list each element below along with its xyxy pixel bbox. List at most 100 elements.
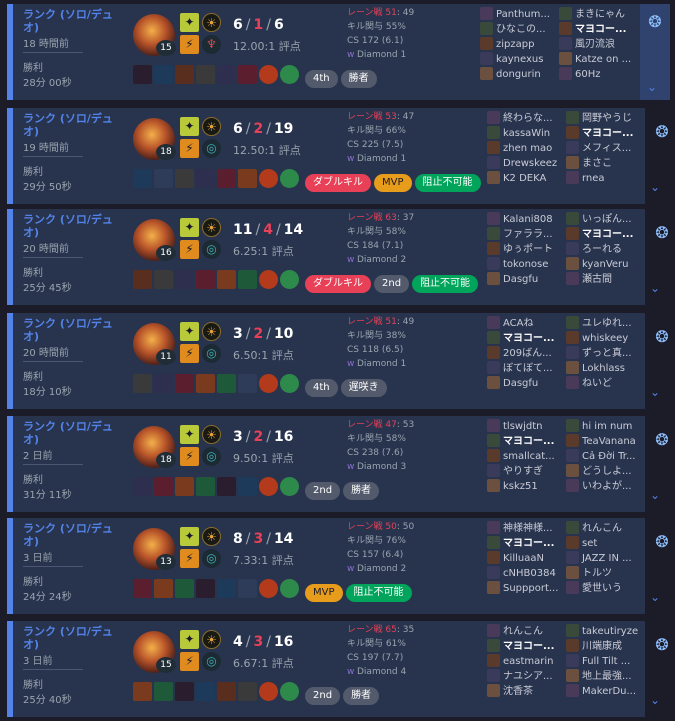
participant[interactable]: ひなこの...: [480, 22, 560, 37]
item-slot[interactable]: [133, 579, 152, 598]
item-slot[interactable]: [259, 169, 278, 188]
participant[interactable]: トルツ: [566, 566, 646, 581]
summoner-spell-icon[interactable]: ⚡: [180, 35, 199, 54]
item-slot[interactable]: [154, 374, 173, 393]
item-slot[interactable]: [154, 682, 173, 701]
participant[interactable]: kskz51: [487, 479, 567, 494]
item-slot[interactable]: [133, 169, 152, 188]
item-slot[interactable]: [175, 65, 194, 84]
item-slot[interactable]: [280, 374, 299, 393]
keystone-rune-icon[interactable]: ☀: [202, 630, 221, 649]
secondary-rune-icon[interactable]: ♆: [202, 35, 221, 54]
item-slot[interactable]: [175, 374, 194, 393]
item-slot[interactable]: [280, 270, 299, 289]
participant[interactable]: ねいど: [566, 376, 646, 391]
participant[interactable]: れんこん: [487, 624, 567, 639]
participant[interactable]: 神様神様...: [487, 521, 567, 536]
match-card[interactable]: ランク (ソロ/デュオ) 3 日前 勝利 25分 40秒 15 ✦ ⚡ ☀ ◎ 4/3/16 6.6…: [7, 621, 645, 717]
secondary-rune-icon[interactable]: ◎: [202, 549, 221, 568]
participant[interactable]: 愛世いう: [566, 581, 646, 596]
participant[interactable]: 終わらな...: [487, 111, 567, 126]
secondary-rune-icon[interactable]: ◎: [202, 652, 221, 671]
item-slot[interactable]: [238, 579, 257, 598]
item-slot[interactable]: [280, 682, 299, 701]
keystone-rune-icon[interactable]: ☀: [202, 13, 221, 32]
item-slot[interactable]: [154, 579, 173, 598]
keystone-rune-icon[interactable]: ☀: [202, 425, 221, 444]
participant[interactable]: ゆぅポート: [487, 242, 567, 257]
summoner-spell-icon[interactable]: ✦: [180, 630, 199, 649]
item-slot[interactable]: [196, 270, 215, 289]
participant[interactable]: Dasgfu: [487, 272, 567, 287]
participant[interactable]: cNHB0384: [487, 566, 567, 581]
item-slot[interactable]: [238, 270, 257, 289]
item-slot[interactable]: [259, 374, 278, 393]
summoner-spell-icon[interactable]: ✦: [180, 117, 199, 136]
participant[interactable]: ユレゆれ...: [566, 316, 646, 331]
participant[interactable]: メフィス...: [566, 141, 646, 156]
summoner-spell-icon[interactable]: ✦: [180, 322, 199, 341]
participant[interactable]: 209ばん...: [487, 346, 567, 361]
participant[interactable]: ACAね: [487, 316, 567, 331]
match-card[interactable]: ランク (ソロ/デュオ) 20 時間前 勝利 18分 10秒 11 ✦ ⚡ ☀ ◎ 3/2/10 6…: [7, 313, 645, 409]
participant[interactable]: takeutiryze: [566, 624, 646, 639]
item-slot[interactable]: [133, 682, 152, 701]
item-slot[interactable]: [154, 270, 173, 289]
item-slot[interactable]: [238, 65, 257, 84]
participant[interactable]: Suppport...: [487, 581, 567, 596]
participant[interactable]: Panthum...: [480, 7, 560, 22]
item-slot[interactable]: [133, 374, 152, 393]
participant[interactable]: ずっと真...: [566, 346, 646, 361]
chevron-down-icon[interactable]: ⌄: [650, 693, 660, 707]
participant[interactable]: マヨコー...: [559, 22, 639, 37]
ai-analysis-icon[interactable]: ❂: [651, 430, 673, 450]
item-slot[interactable]: [217, 682, 236, 701]
participant[interactable]: KilluaaN: [487, 551, 567, 566]
item-slot[interactable]: [259, 682, 278, 701]
participant[interactable]: kassaWin: [487, 126, 567, 141]
participant[interactable]: どうしよ...: [566, 464, 646, 479]
participant[interactable]: いっぽん...: [566, 212, 646, 227]
match-card[interactable]: ランク (ソロ/デュオ) 18 時間前 勝利 28分 00秒 15 ✦ ⚡ ☀ ♆ 6/1/6 12…: [7, 4, 670, 100]
item-slot[interactable]: [154, 169, 173, 188]
participant[interactable]: kyanVeru: [566, 257, 646, 272]
item-slot[interactable]: [217, 270, 236, 289]
item-slot[interactable]: [196, 682, 215, 701]
ai-analysis-icon[interactable]: ❂: [651, 223, 673, 243]
item-slot[interactable]: [196, 65, 215, 84]
participant[interactable]: zhen mao: [487, 141, 567, 156]
item-slot[interactable]: [259, 270, 278, 289]
item-slot[interactable]: [259, 65, 278, 84]
item-slot[interactable]: [175, 477, 194, 496]
secondary-rune-icon[interactable]: ◎: [202, 447, 221, 466]
participant[interactable]: dongurin: [480, 67, 560, 82]
item-slot[interactable]: [196, 374, 215, 393]
participant[interactable]: tlswjdtn: [487, 419, 567, 434]
keystone-rune-icon[interactable]: ☀: [202, 117, 221, 136]
item-slot[interactable]: [238, 477, 257, 496]
participant[interactable]: まさこ: [566, 156, 646, 171]
summoner-spell-icon[interactable]: ✦: [180, 13, 199, 32]
participant[interactable]: set: [566, 536, 646, 551]
item-slot[interactable]: [217, 374, 236, 393]
item-slot[interactable]: [217, 169, 236, 188]
participant[interactable]: TeaVanana: [566, 434, 646, 449]
summoner-spell-icon[interactable]: ✦: [180, 527, 199, 546]
item-slot[interactable]: [259, 579, 278, 598]
participant[interactable]: JAZZ IN ...: [566, 551, 646, 566]
participant[interactable]: zipzapp: [480, 37, 560, 52]
participant[interactable]: 川端康成: [566, 639, 646, 654]
item-slot[interactable]: [280, 579, 299, 598]
item-slot[interactable]: [196, 169, 215, 188]
match-card[interactable]: ランク (ソロ/デュオ) 2 日前 勝利 31分 11秒 18 ✦ ⚡ ☀ ◎ 3/2/16 9.5…: [7, 416, 645, 512]
item-slot[interactable]: [175, 169, 194, 188]
participant[interactable]: Drewskeez: [487, 156, 567, 171]
participant[interactable]: マヨコー...: [566, 126, 646, 141]
chevron-down-icon[interactable]: ⌄: [650, 488, 660, 502]
participant[interactable]: ろーれる: [566, 242, 646, 257]
item-slot[interactable]: [154, 65, 173, 84]
participant[interactable]: 沈香茶: [487, 684, 567, 699]
keystone-rune-icon[interactable]: ☀: [202, 527, 221, 546]
item-slot[interactable]: [175, 270, 194, 289]
item-slot[interactable]: [217, 477, 236, 496]
